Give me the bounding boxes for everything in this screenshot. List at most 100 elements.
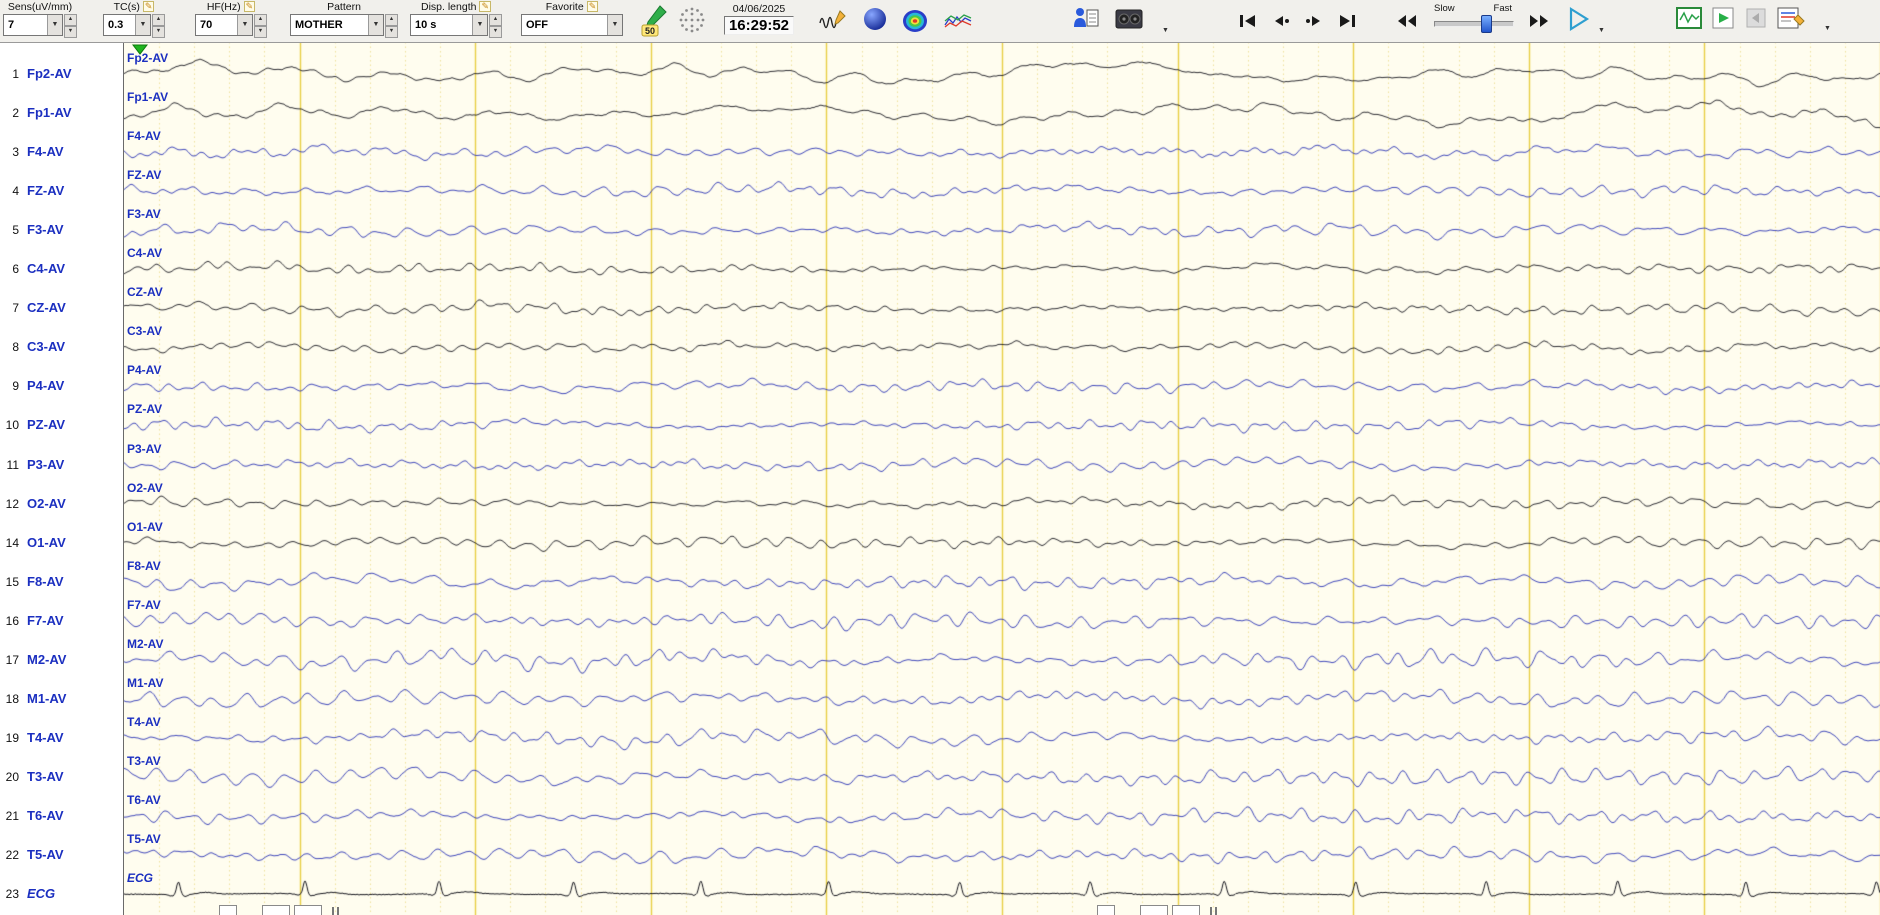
pattern-spinner[interactable]: ▲ ▼ [385,14,398,38]
channel-label[interactable]: F3-AV [27,220,64,240]
channel-label[interactable]: T6-AV [27,806,64,826]
event-marker-box[interactable] [219,905,237,915]
event-marker-box[interactable] [1172,905,1200,915]
channel-label[interactable]: M1-AV [27,689,66,709]
video-dropdown-arrow-icon[interactable]: ▼ [1162,26,1169,36]
speed-slider-handle[interactable] [1481,15,1492,33]
hf-label-text: HF(Hz) [206,1,241,13]
event-tick-mark [332,907,334,915]
sens-value: 7 [8,19,15,31]
channel-label[interactable]: T5-AV [27,845,64,865]
tc-group: TC(s) ✎ 0.3 ▼ ▲ ▼ [102,1,166,38]
channel-label[interactable]: CZ-AV [27,298,66,318]
channel-label[interactable]: P4-AV [27,376,64,396]
jump-end-button[interactable] [1334,11,1360,31]
hf-spinner[interactable]: ▲ ▼ [254,14,267,38]
slow-label: Slow [1434,3,1455,14]
tc-spin-up-icon[interactable]: ▲ [152,14,165,26]
event-marker-box[interactable] [1140,905,1168,915]
hf-spin-down-icon[interactable]: ▼ [254,26,267,38]
hf-spin-up-icon[interactable]: ▲ [254,14,267,26]
event-marker-box[interactable] [294,905,322,915]
tc-combobox[interactable]: 0.3 ▼ [103,14,151,36]
disp-length-group: Disp. length ✎ 10 s ▼ ▲ ▼ [410,1,502,38]
patient-info-icon[interactable] [1072,5,1100,38]
disp-length-value: 10 s [415,19,437,31]
report-dropdown-arrow-icon[interactable]: ▼ [1824,24,1831,34]
channel-label[interactable]: PZ-AV [27,415,65,435]
ac-filter-50-icon[interactable]: 50 [640,4,670,42]
rewind-button[interactable] [1394,11,1420,31]
disabled-back-icon [1746,6,1766,35]
channel-label[interactable]: F7-AV [27,611,64,631]
step-back-button[interactable] [1268,11,1294,31]
channel-row: 21 T6-AV [0,806,64,826]
channel-label[interactable]: O1-AV [27,533,66,553]
fast-forward-button[interactable] [1526,11,1552,31]
hf-label: HF(Hz) ✎ [194,1,268,14]
favorite-edit-pen-icon[interactable]: ✎ [586,1,599,12]
favorite-combobox[interactable]: OFF ▼ [521,14,623,36]
hf-combobox[interactable]: 70 ▼ [195,14,253,36]
channel-number: 1 [12,67,19,81]
disp-length-edit-pen-icon[interactable]: ✎ [479,1,491,12]
topo-map-icon[interactable] [902,9,928,38]
sens-spin-down-icon[interactable]: ▼ [64,26,77,38]
channel-label[interactable]: F8-AV [27,572,64,592]
tc-spinner[interactable]: ▲ ▼ [152,14,165,38]
channel-row: 10 PZ-AV [0,415,65,435]
channel-label[interactable]: C4-AV [27,259,65,279]
position-marker-icon[interactable] [131,42,149,60]
channel-number: 5 [12,223,19,238]
3d-head-map-icon[interactable] [864,8,886,30]
tc-edit-pen-icon[interactable]: ✎ [142,1,155,12]
channel-label[interactable]: C3-AV [27,337,65,357]
eeg-waveform-canvas[interactable] [124,42,1880,915]
channel-label[interactable]: Fp2-AV [27,64,72,84]
channel-label[interactable]: O2-AV [27,494,66,514]
electrode-map-icon[interactable] [678,5,706,40]
pattern-combobox[interactable]: MOTHER ▼ [290,14,384,36]
remote-play-icon[interactable] [1712,6,1734,35]
pattern-spin-up-icon[interactable]: ▲ [385,14,398,26]
tc-spin-down-icon[interactable]: ▼ [152,26,165,38]
channel-row: 20 T3-AV [0,767,64,787]
event-marker-box[interactable] [262,905,290,915]
date-display: 04/06/2025 [732,3,786,15]
channel-number: 18 [5,691,19,706]
channel-number: 20 [5,769,19,784]
channel-label[interactable]: F4-AV [27,142,64,162]
tc-label-text: TC(s) [113,1,140,13]
trace-label: F8-AV [127,558,161,573]
sens-spin-up-icon[interactable]: ▲ [64,14,77,26]
sens-spinner[interactable]: ▲ ▼ [64,14,77,38]
disp-length-spinner[interactable]: ▲ ▼ [489,14,502,38]
event-marker-box[interactable] [1097,905,1115,915]
monitor-wave-icon[interactable] [1676,6,1702,35]
channel-label[interactable]: M2-AV [27,650,66,670]
channel-label[interactable]: FZ-AV [27,181,64,201]
channel-label[interactable]: Fp1-AV [27,103,72,123]
pattern-label: Pattern [290,1,398,14]
play-button[interactable] [1566,7,1592,36]
channel-label[interactable]: P3-AV [27,455,64,475]
hf-dropdown-arrow-icon: ▼ [237,15,252,35]
speed-slider-track[interactable] [1434,21,1514,27]
disp-length-combobox[interactable]: 10 s ▼ [410,14,488,36]
channel-label[interactable]: ECG [27,884,55,904]
sens-combobox[interactable]: 7 ▼ [3,14,63,36]
step-forward-button[interactable] [1301,11,1327,31]
report-edit-icon[interactable] [1776,5,1806,36]
channel-label[interactable]: T3-AV [27,767,64,787]
play-dropdown-arrow-icon[interactable]: ▼ [1598,26,1605,36]
hf-edit-pen-icon[interactable]: ✎ [243,1,256,12]
event-tick-mark [1210,907,1212,915]
wave-edit-icon[interactable] [818,7,848,38]
video-icon[interactable] [1114,6,1146,37]
pattern-spin-down-icon[interactable]: ▼ [385,26,398,38]
dsa-trend-icon[interactable] [944,13,972,34]
jump-start-button[interactable] [1235,11,1261,31]
channel-label[interactable]: T4-AV [27,728,64,748]
disp-length-spin-up-icon[interactable]: ▲ [489,14,502,26]
disp-length-spin-down-icon[interactable]: ▼ [489,26,502,38]
